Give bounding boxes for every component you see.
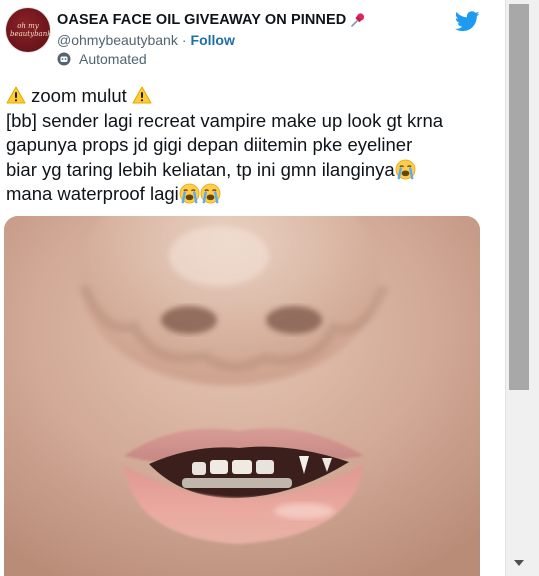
automated-label: Automated [79, 51, 147, 67]
tweet-photo[interactable] [4, 216, 480, 576]
tweet-text-line-1: zoom mulut [6, 84, 498, 109]
pushpin-icon [350, 12, 366, 28]
crying-face-icon [200, 183, 221, 204]
tweet-photo-image [4, 216, 480, 576]
tweet-text-line-5-text: mana waterproof lagi [6, 183, 179, 204]
crying-face-icon [395, 159, 416, 180]
vertical-scrollbar[interactable] [505, 0, 539, 576]
tweet-text: zoom mulut [bb] sender lagi recreat vamp… [6, 84, 498, 207]
tweet-text-line-5: mana waterproof lagi [6, 182, 498, 207]
avatar[interactable]: oh my beautybank [6, 8, 52, 52]
tweet-card: oh my beautybank OASEA FACE OIL GIVEAWAY… [0, 0, 504, 576]
warning-icon [6, 86, 26, 104]
tweet-text-line-2: [bb] sender lagi recreat vampire make up… [6, 109, 444, 131]
author-handle-row: @ohmybeautybank · Follow [57, 31, 235, 49]
warning-icon [132, 86, 152, 104]
scroll-down-arrow-icon[interactable] [512, 556, 526, 568]
tweet-text-line-4: biar yg taring lebih keliatan, tp ini gm… [6, 158, 498, 183]
scrollbar-thumb[interactable] [509, 4, 529, 390]
tweet-text-line-4-text: biar yg taring lebih keliatan, tp ini gm… [6, 158, 395, 180]
tweet-text-heading: zoom mulut [31, 85, 127, 106]
robot-icon [57, 52, 71, 66]
crying-face-icon [179, 183, 200, 204]
author-handle[interactable]: @ohmybeautybank [57, 32, 178, 48]
separator-dot: · [181, 32, 187, 48]
twitter-bird-icon[interactable] [454, 11, 480, 32]
author-display-name[interactable]: OASEA FACE OIL GIVEAWAY ON PINNED [57, 12, 346, 28]
tweet-text-line-3: gapunya props jd gigi depan diitemin pke… [6, 134, 413, 155]
author-name-row: OASEA FACE OIL GIVEAWAY ON PINNED [57, 10, 366, 30]
automated-label-row: Automated [57, 50, 147, 68]
follow-link[interactable]: Follow [191, 32, 235, 48]
tweet-header: oh my beautybank OASEA FACE OIL GIVEAWAY… [0, 0, 504, 80]
avatar-logo-text: oh my beautybank [10, 22, 52, 38]
